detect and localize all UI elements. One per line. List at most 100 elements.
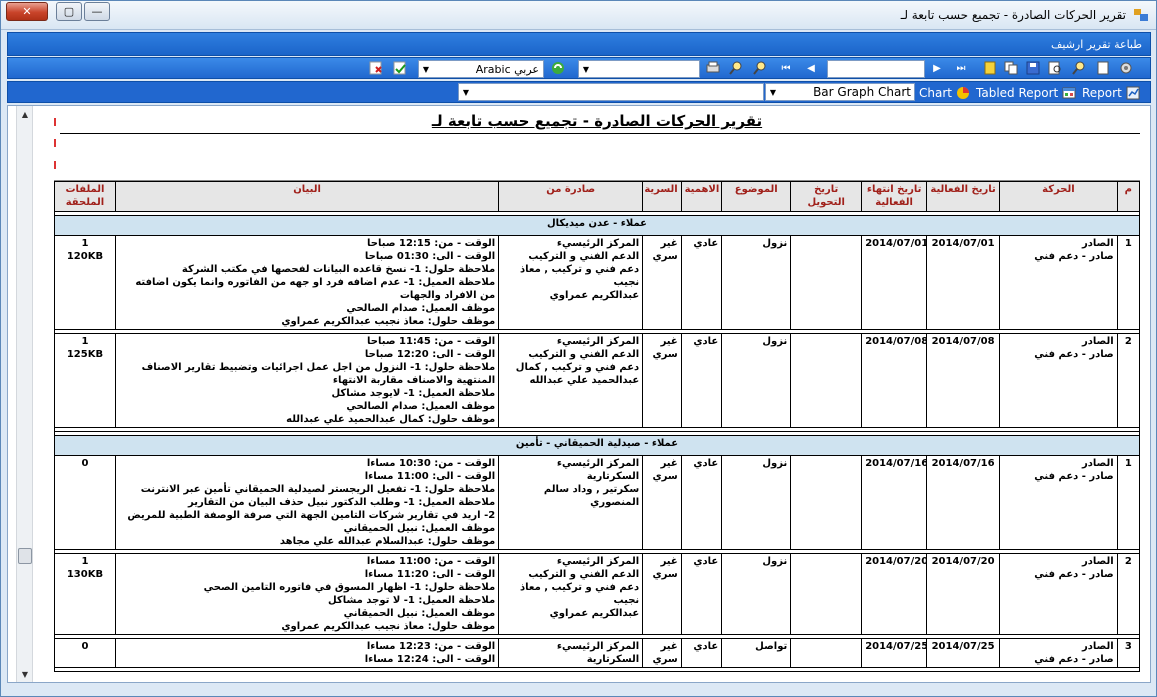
cell-line: ملاحظة حلول: 1- اظهار المسوق في فاتوره ا…: [203, 582, 496, 593]
search-icon[interactable]: [1071, 60, 1087, 76]
tab-report[interactable]: Report: [1079, 83, 1143, 102]
close-report-icon[interactable]: [368, 60, 384, 76]
print-setup-icon[interactable]: [705, 60, 721, 76]
effective-date: 2014/07/16: [926, 455, 1001, 550]
end-date: 2014/07/01: [861, 235, 928, 330]
scroll-up-icon[interactable]: ▲: [19, 108, 31, 120]
cell-line: ملاحظة العميل: 1- وطلب الدكتور نبيل حذف …: [187, 497, 496, 508]
table-row[interactable]: 3 الصادر صادر - دعم فني 2014/07/25 2014/07/2…: [54, 638, 1141, 668]
zoom-select[interactable]: ▼: [578, 60, 700, 78]
cell-line: السكرتارية: [586, 471, 640, 482]
page-number-input[interactable]: [827, 60, 925, 78]
movement-cell: الصادر صادر - دعم فني: [999, 553, 1118, 635]
row-gap: [54, 667, 1140, 672]
end-date: 2014/07/08: [861, 333, 928, 428]
close-button[interactable]: ✕: [6, 2, 48, 21]
table-row[interactable]: 2 الصادر صادر - دعم فني 2014/07/08 2014/07/0…: [54, 333, 1141, 428]
cell-line: 0: [81, 641, 89, 652]
cell-line: 1: [81, 556, 89, 567]
next-page-icon[interactable]: ▶: [929, 60, 945, 76]
cell-line: الوقت - الى: 01:30 صباحا: [364, 251, 496, 262]
cell-line: الدعم الفني و التركيب: [528, 569, 640, 580]
scroll-down-icon[interactable]: ▼: [19, 668, 31, 680]
table-row[interactable]: 1 الصادر صادر - دعم فني 2014/07/16 2014/07/1…: [54, 455, 1141, 550]
cell-line: السكرتارية: [586, 654, 640, 665]
bookmark-icon[interactable]: [982, 60, 998, 76]
previous-page-icon[interactable]: ◀: [803, 60, 819, 76]
cell-line: المركز الرئيسيء: [556, 458, 640, 469]
archive-bar: طباعة تقرير ارشيف: [7, 32, 1151, 56]
table-icon: [1062, 87, 1076, 98]
report-icon: [1126, 86, 1140, 99]
cell-line: المركز الرئيسيء: [556, 641, 640, 652]
first-page-icon[interactable]: ⏮: [778, 60, 794, 76]
statement-cell: الوقت - من: 10:30 مساءا الوقت - الى: 11:0…: [114, 455, 500, 550]
importance-cell: عادي: [680, 553, 723, 635]
end-date: 2014/07/20: [861, 553, 928, 635]
cell-line: ملاحظة حلول: 1- نسخ قاعده البيانات لفحصه…: [181, 264, 496, 275]
save-icon[interactable]: [1025, 60, 1041, 76]
last-page-icon[interactable]: ⏭: [953, 60, 969, 76]
table-row[interactable]: 1 الصادر صادر - دعم فني 2014/07/01 2014/07/0…: [54, 235, 1141, 330]
cell-line: ملاحظة العميل: 1- لا توجد مشاكل: [328, 595, 496, 606]
tab-tabled-report[interactable]: Tabled Report: [973, 83, 1079, 102]
cell-line: صادر - دعم فني: [1034, 349, 1114, 360]
tab-chart[interactable]: Chart: [916, 83, 973, 102]
report-toolbar: ▼ Arabic عربي ▼ ⏮ ◀ ▶ ⏭: [7, 57, 1151, 79]
from-cell: المركز الرئيسيء الدعم الفني و التركيب دعم …: [498, 235, 644, 330]
refresh-icon[interactable]: [550, 60, 566, 76]
column-header: م: [1116, 181, 1141, 212]
page-icon[interactable]: [1095, 60, 1111, 76]
zoom-in-icon[interactable]: [728, 60, 744, 76]
group-header-row: عملاء - صيدلية الحميقاني - تأمين: [54, 435, 1140, 456]
cell-line: موظف حلول: كمال عبدالحميد علي عبدالله: [286, 414, 496, 425]
find-icon[interactable]: [1047, 60, 1063, 76]
transfer-date: [790, 235, 863, 330]
end-date: 2014/07/16: [861, 455, 928, 550]
cell-line: موظف حلول: معاذ نجيب عبدالكريم عمراوي: [281, 621, 496, 632]
secrecy-cell: غير سري: [642, 638, 682, 668]
subject-cell: نزول: [721, 553, 792, 635]
cell-line: 125KB: [66, 349, 104, 360]
cell-line: عبدالكريم عمراوي: [549, 290, 640, 301]
apply-icon[interactable]: [392, 60, 408, 76]
copy-icon[interactable]: [1003, 60, 1019, 76]
table-row[interactable]: 2 الصادر صادر - دعم فني 2014/07/20 2014/07/2…: [54, 553, 1141, 635]
row-number: 1: [1116, 455, 1141, 550]
pie-chart-icon: [956, 86, 969, 99]
settings-icon[interactable]: [1119, 60, 1135, 76]
minimize-button[interactable]: —: [84, 2, 110, 21]
vertical-scrollbar[interactable]: ▲ ▼: [16, 106, 33, 682]
cell-line: موظف حلول: معاذ نجيب عبدالكريم عمراوي: [281, 316, 496, 327]
report-title: تقرير الحركات الصادرة - تجميع حسب تابعة …: [431, 112, 763, 130]
tab-bar-graph-chart[interactable]: ▼ Bar Graph Chart: [765, 83, 915, 101]
cell-line: الصادر: [1082, 458, 1114, 469]
row-number: 3: [1116, 638, 1141, 668]
effective-date: 2014/07/20: [926, 553, 1001, 635]
maximize-button[interactable]: ▢: [56, 2, 82, 21]
transfer-date: [790, 333, 863, 428]
column-header: تاريخ انتهاء الفعالية: [861, 181, 928, 212]
view-filter-select[interactable]: ▼: [458, 83, 764, 101]
subject-cell: تواصل: [721, 638, 792, 668]
report-viewer: ▲ ▼ تقرير الحركات الصادرة - تجميع حسب تا…: [7, 105, 1151, 683]
cell-line: ملاحظة العميل: 1- عدم اضافه فرد او جهه م…: [135, 277, 496, 301]
cell-line: موظف العميل: نبيل الحميقاني: [343, 523, 496, 534]
attachments-cell: 0: [54, 638, 116, 668]
attachments-cell: 1 125KB: [54, 333, 116, 428]
zoom-out-icon[interactable]: [752, 60, 768, 76]
cell-line: الوقت - الى: 12:24 مساءا: [364, 654, 496, 665]
cell-line: 130KB: [66, 569, 104, 580]
cell-line: المركز الرئيسيء: [556, 238, 640, 249]
title-bar: ✕ ▢ — تقرير الحركات الصادرة - تجميع حسب …: [1, 1, 1156, 30]
importance-cell: عادي: [680, 638, 723, 668]
column-header: السرية: [642, 181, 682, 212]
effective-date: 2014/07/01: [926, 235, 1001, 330]
language-select[interactable]: ▼ Arabic عربي: [418, 60, 544, 78]
cell-line: الوقت - من: 11:00 مساءا: [366, 556, 496, 567]
subject-cell: نزول: [721, 235, 792, 330]
print-archive-link[interactable]: طباعة تقرير ارشيف: [1051, 38, 1142, 51]
cell-line: صادر - دعم فني: [1034, 569, 1114, 580]
effective-date: 2014/07/08: [926, 333, 1001, 428]
scroll-thumb[interactable]: [18, 548, 32, 564]
